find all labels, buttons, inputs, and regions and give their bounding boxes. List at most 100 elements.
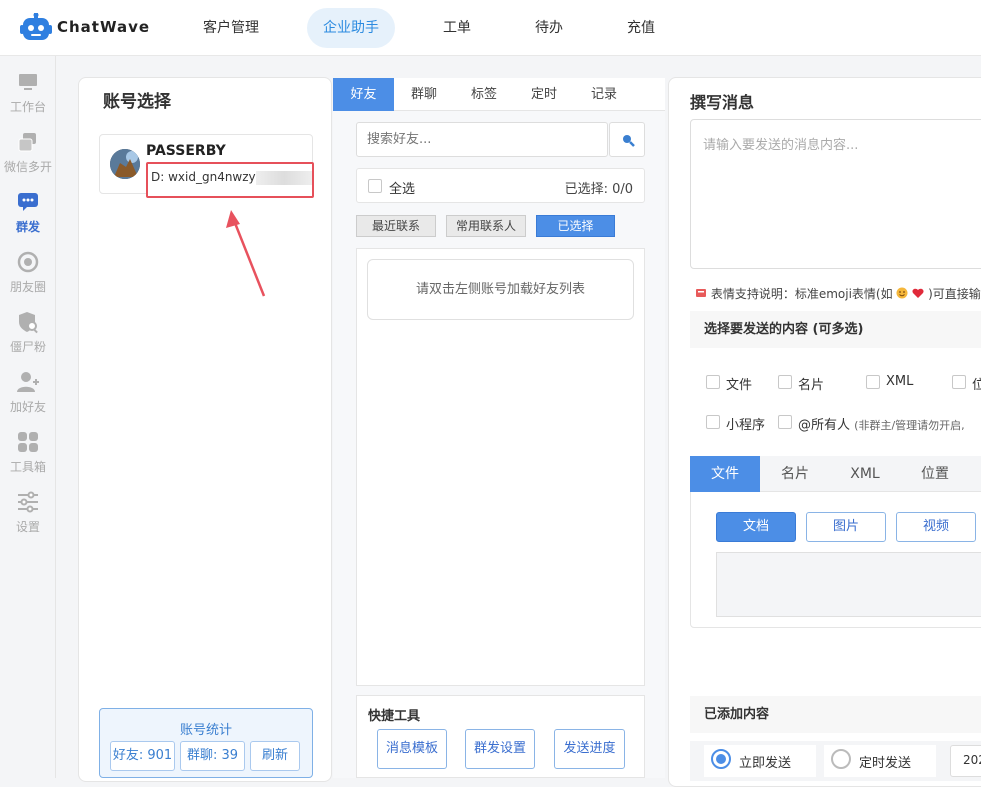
option-mention-all-checkbox[interactable] [778, 415, 792, 429]
sidebar-item-label: 工作台 [9, 100, 46, 114]
moments-icon [17, 251, 39, 273]
broadcast-settings-button[interactable]: 群发设置 [465, 729, 535, 769]
option-file-checkbox[interactable] [706, 375, 720, 389]
toolbox-icon [18, 432, 38, 452]
filter-recent-contacts[interactable]: 最近联系 [356, 215, 436, 237]
nav-enterprise-assistant[interactable]: 企业助手 [307, 8, 395, 48]
sidebar-item-label: 工具箱 [9, 460, 46, 474]
tab-tags[interactable]: 标签 [454, 78, 514, 111]
option-mention-all-label: @所有人 (非群主/管理请勿开启, [798, 414, 965, 433]
option-location-label: 位 [972, 374, 981, 393]
emoji-note-icon [696, 289, 706, 297]
windows-icon [18, 133, 36, 152]
brand-name: ChatWave [57, 18, 151, 36]
content-tab-xml[interactable]: XML [830, 456, 900, 492]
content-type-header: 选择要发送的内容 (可多选) [690, 311, 981, 348]
friend-list: 请双击左侧账号加载好友列表 [356, 248, 645, 686]
sidebar-item-zombie-fans[interactable]: 僵尸粉 [0, 304, 56, 364]
content-tab-file[interactable]: 文件 [690, 456, 760, 492]
refresh-button[interactable]: 刷新 [250, 741, 300, 771]
file-type-video-button[interactable]: 视频 [896, 512, 976, 542]
send-now-label: 立即发送 [739, 756, 792, 771]
sidebar-item-label: 微信多开 [3, 160, 52, 174]
friends-count-button[interactable]: 好友: 901 [110, 741, 175, 771]
annotation-arrow-icon [226, 210, 266, 297]
send-timed-radio[interactable] [831, 749, 851, 769]
send-progress-button[interactable]: 发送进度 [554, 729, 625, 769]
sidebar-item-settings[interactable]: 设置 [0, 484, 56, 544]
quick-tools: 快捷工具 消息模板 群发设置 发送进度 [356, 695, 645, 778]
tab-records[interactable]: 记录 [574, 78, 634, 111]
heart-emoji-icon [912, 288, 924, 298]
content-tab-card[interactable]: 名片 [760, 456, 830, 492]
account-panel: 账号选择 PASSERBY D: wxid_gn4nwzy 账号统计 好友: 9… [78, 77, 332, 782]
account-stats-title: 账号统计 [179, 723, 232, 738]
file-type-image-button[interactable]: 图片 [806, 512, 886, 542]
sidebar-item-broadcast[interactable]: 群发 [0, 184, 56, 244]
file-drop-area[interactable] [716, 552, 981, 617]
robot-logo-icon [20, 13, 52, 40]
account-id: D: wxid_gn4nwzy [151, 170, 256, 184]
filter-selected[interactable]: 已选择 [536, 215, 615, 237]
content-tab-location[interactable]: 位置 [900, 456, 970, 492]
file-type-document-button[interactable]: 文档 [716, 512, 796, 542]
nav-todo[interactable]: 待办 [519, 8, 579, 48]
emoji-note-tail: )可直接输入 [928, 287, 981, 301]
option-location-checkbox[interactable] [952, 375, 966, 389]
emoji-support-note: 表情支持说明：标准emoji表情(如 )可直接输入 [695, 285, 981, 302]
option-file-label: 文件 [726, 378, 753, 393]
friend-tabs: 好友 群聊 标签 定时 记录 [333, 78, 665, 111]
quick-tools-title: 快捷工具 [368, 709, 421, 724]
search-button[interactable] [609, 122, 645, 157]
send-timed-label: 定时发送 [859, 756, 912, 771]
friend-search-input[interactable] [356, 122, 608, 157]
sidebar-item-workbench[interactable]: 工作台 [0, 64, 56, 124]
account-panel-title: 账号选择 [103, 92, 171, 112]
sidebar-item-multi-open[interactable]: 微信多开 [0, 124, 56, 184]
compose-title: 撰写消息 [690, 93, 755, 112]
date-input[interactable]: 202 [950, 745, 981, 777]
nav-customer-management[interactable]: 客户管理 [186, 8, 276, 48]
sliders-icon [18, 491, 38, 513]
account-stats: 账号统计 好友: 901 群聊: 39 刷新 [99, 708, 313, 778]
sidebar: 工作台 微信多开 群发 朋友圈 僵尸粉 加好友 工具箱 设置 [0, 56, 56, 778]
sidebar-item-label: 朋友圈 [9, 280, 46, 294]
option-card-checkbox[interactable] [778, 375, 792, 389]
groups-count-button[interactable]: 群聊: 39 [180, 741, 245, 771]
sidebar-item-label: 僵尸粉 [9, 340, 46, 354]
smiley-emoji-icon [896, 287, 908, 299]
selected-count: 已选择: 0/0 [564, 182, 633, 197]
mention-all-hint: (非群主/管理请勿开启, [854, 419, 965, 432]
compose-panel: 撰写消息 请输入要发送的消息内容... 表情支持说明：标准emoji表情(如 )… [668, 77, 981, 787]
broadcast-icon [18, 193, 38, 211]
message-placeholder: 请输入要发送的消息内容... [703, 138, 859, 153]
sidebar-item-toolbox[interactable]: 工具箱 [0, 424, 56, 484]
filter-frequent-contacts[interactable]: 常用联系人 [446, 215, 526, 237]
avatar-image [110, 149, 140, 179]
empty-friend-list-message: 请双击左侧账号加载好友列表 [367, 259, 634, 320]
top-bar: ChatWave 客户管理 企业助手 工单 待办 充值 [0, 0, 981, 56]
emoji-note-text: 表情支持说明：标准emoji表情(如 [710, 287, 893, 301]
shield-search-icon [19, 312, 38, 334]
search-icon [623, 135, 635, 147]
tab-scheduled[interactable]: 定时 [514, 78, 574, 111]
redacted-id-blur [255, 170, 312, 185]
option-xml-checkbox[interactable] [866, 375, 880, 389]
tab-groups[interactable]: 群聊 [394, 78, 454, 111]
option-miniprogram-checkbox[interactable] [706, 415, 720, 429]
tab-friends[interactable]: 好友 [333, 78, 394, 111]
sidebar-item-label: 加好友 [9, 400, 46, 414]
added-content-header: 已添加内容 [690, 696, 981, 733]
send-now-radio[interactable] [711, 749, 731, 769]
sidebar-item-moments[interactable]: 朋友圈 [0, 244, 56, 304]
message-template-button[interactable]: 消息模板 [377, 729, 447, 769]
select-all-checkbox[interactable] [368, 179, 382, 193]
message-textarea[interactable]: 请输入要发送的消息内容... [690, 119, 981, 269]
select-all-label: 全选 [389, 182, 416, 197]
nav-recharge[interactable]: 充值 [611, 8, 671, 48]
avatar [110, 149, 140, 179]
option-xml-label: XML [886, 374, 914, 389]
account-id-highlight: D: wxid_gn4nwzy [146, 162, 314, 198]
sidebar-item-add-friend[interactable]: 加好友 [0, 364, 56, 424]
nav-tickets[interactable]: 工单 [427, 8, 487, 48]
